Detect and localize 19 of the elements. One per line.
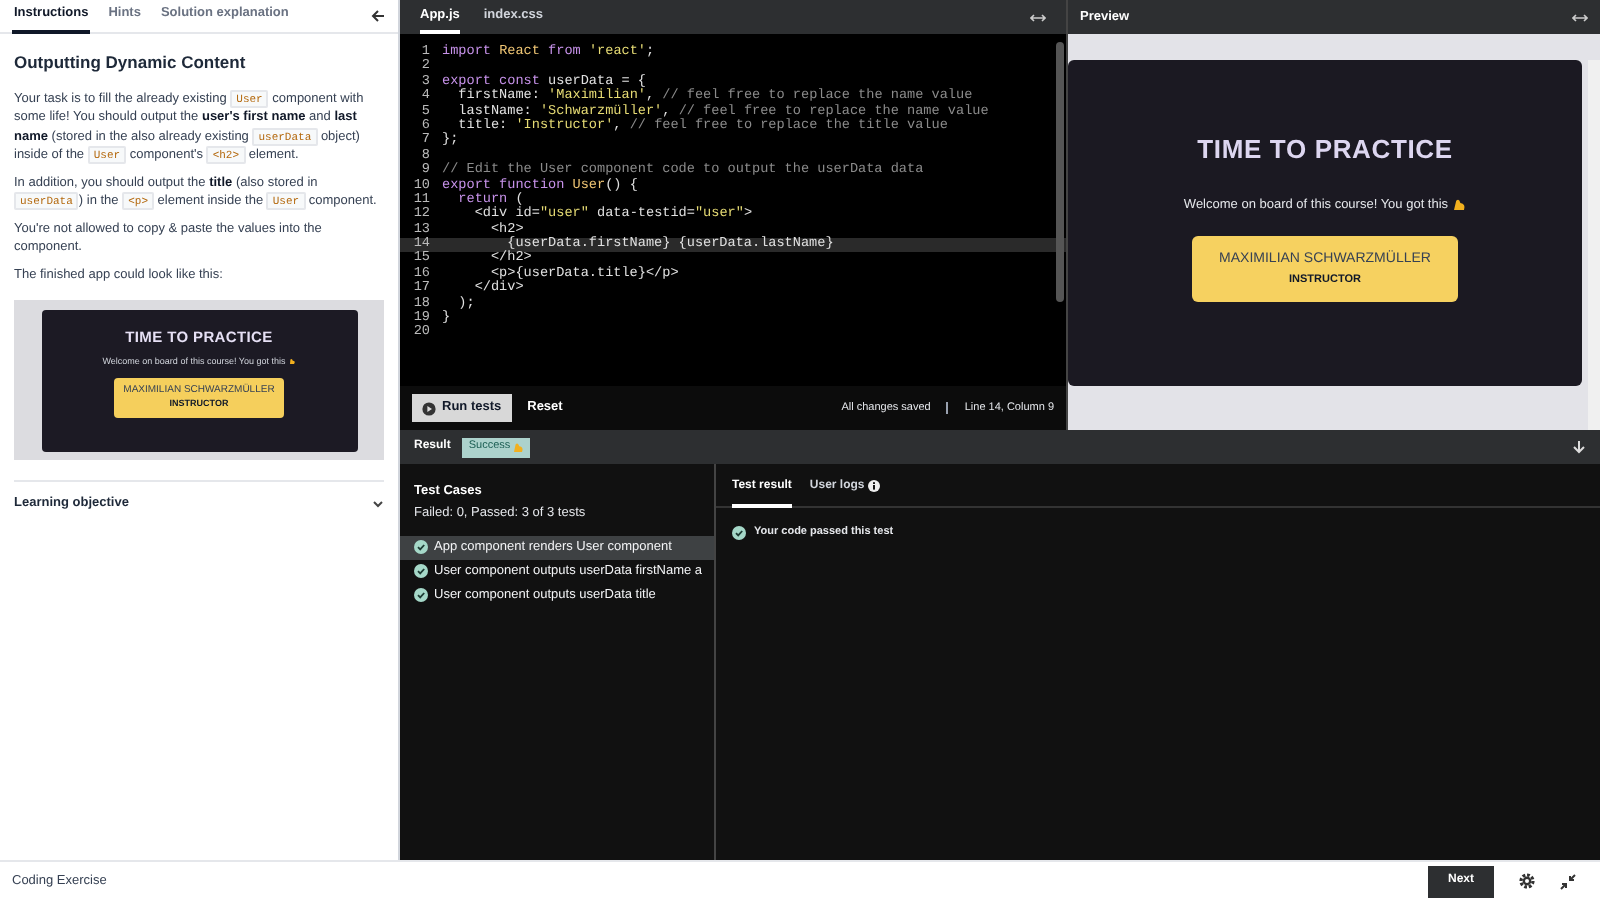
collapse-arrows-icon [1560,873,1576,889]
app-title: TIME TO PRACTICE [1197,132,1453,168]
flexed-arm-icon [287,358,296,367]
play-circle-icon [422,401,436,415]
arrow-down-icon [1572,440,1586,454]
flexed-arm-icon [512,441,525,453]
collapse-button[interactable] [1560,873,1576,889]
exercise-heading: Outputting Dynamic Content [14,50,248,76]
check-circle-icon [414,540,428,554]
expand-arrows-icon [1030,11,1046,23]
settings-button[interactable] [1518,872,1536,890]
flexed-arm-icon [1452,197,1467,212]
expand-arrows-icon [1572,11,1588,23]
settings-icon [1518,872,1536,890]
check-circle-icon [414,588,428,602]
check-circle-icon [732,525,746,540]
arrow-left-icon [370,8,386,24]
info-icon [868,480,881,492]
check-circle-icon [414,564,428,578]
